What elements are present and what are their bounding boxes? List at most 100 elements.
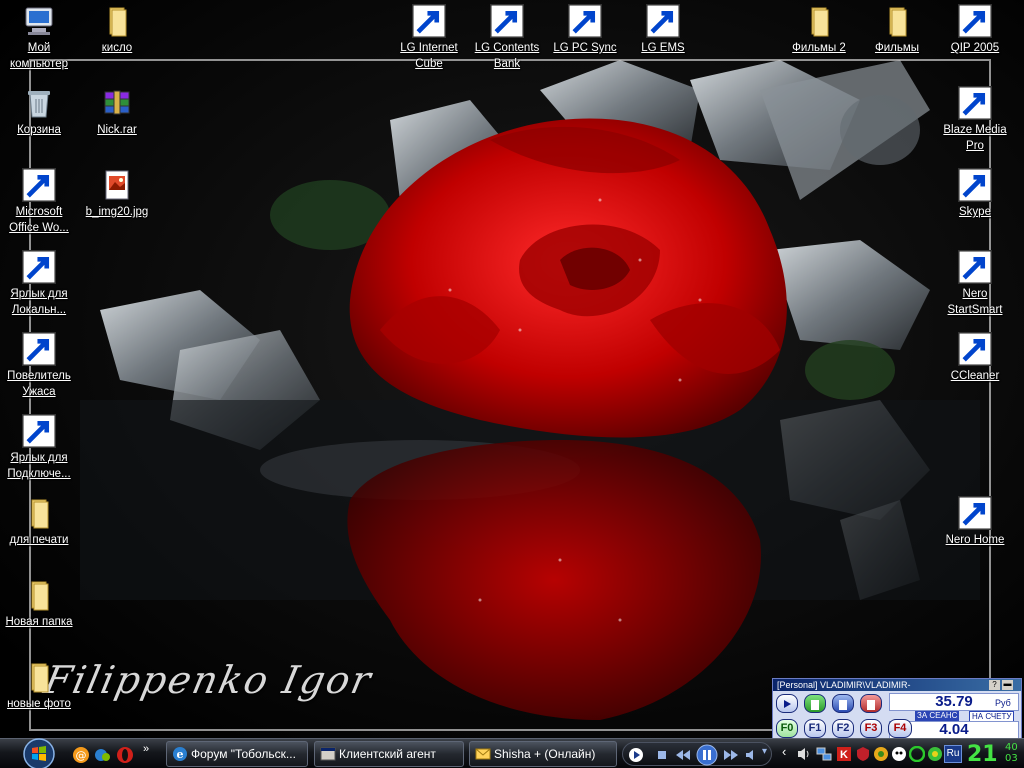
play-icon (784, 700, 791, 708)
desktop-icon-b-img20[interactable]: b_img20.jpg (78, 168, 156, 220)
network-tray-icon[interactable] (816, 746, 832, 762)
desktop-icon-connection-shortcut[interactable]: Ярлык для Подключе... (0, 414, 78, 482)
desktop-icon-new-photos[interactable]: новые фото (0, 660, 78, 712)
task-client-agent[interactable]: Клиентский агент (314, 741, 464, 767)
trash-icon (839, 700, 847, 710)
desktop-icon-new-folder[interactable]: Новая папка (0, 578, 78, 630)
word-doc-icon: W (22, 168, 56, 202)
meter-f3-button[interactable]: F3 (860, 719, 882, 738)
nero-icon (958, 250, 992, 284)
lg-logo-icon: LG (568, 4, 602, 38)
language-indicator[interactable]: Ru (944, 745, 962, 763)
mail-agent-icon (475, 748, 491, 760)
my-computer-icon (22, 4, 56, 38)
mail-agent-quicklaunch-icon[interactable]: @ (72, 746, 90, 764)
desktop-icon-nero-home[interactable]: Nero Home (936, 496, 1014, 548)
lg-logo-icon: LG (490, 4, 524, 38)
desktop-icon-nero-startsmart[interactable]: Nero StartSmart (936, 250, 1014, 318)
network-drive-icon (22, 250, 56, 284)
image-file-icon (100, 168, 134, 202)
agent-window-icon (320, 747, 336, 761)
wallpaper-signature: Filippenko Igor (40, 658, 377, 702)
network-connection-icon (22, 414, 56, 448)
svg-text:@: @ (76, 749, 87, 762)
folder-icon (100, 4, 134, 38)
lg-internet-cube-icon (412, 4, 446, 38)
meter-f4-button[interactable]: F4 (888, 719, 912, 738)
desktop-icon-lg-contents-bank[interactable]: LG LG Contents Bank (468, 4, 546, 72)
start-button[interactable] (18, 737, 60, 768)
winrar-archive-icon (100, 86, 134, 120)
folder-icon (22, 660, 56, 694)
previous-icon[interactable] (675, 748, 691, 762)
pause-icon[interactable] (696, 744, 718, 766)
desktop-icon-folder-for-print[interactable]: для печати (0, 496, 78, 548)
meter-play-button[interactable] (776, 694, 798, 713)
taskbar: @ » e Форум "Тобольск... Клиентский аген… (0, 738, 1024, 768)
lg-ems-icon (646, 4, 680, 38)
svg-text:e: e (177, 748, 184, 761)
desktop-icon-blaze-media-pro[interactable]: Blaze Media Pro (936, 86, 1014, 154)
taskbar-clock[interactable]: 21 40 03 (965, 741, 1023, 768)
game-icon (22, 332, 56, 366)
folder-icon (22, 496, 56, 530)
desktop-icon-skype[interactable]: S Skype (936, 168, 1014, 220)
skype-tray-icon[interactable] (891, 746, 907, 762)
recycle-bin-icon (22, 86, 56, 120)
internet-balance-meter[interactable]: [Personal] VLADIMIR\VLADIMIR- ? ▬ F0 F1 … (772, 678, 1022, 741)
media-player-icon[interactable] (628, 747, 644, 763)
meter-trash-green-button[interactable] (804, 694, 826, 713)
task-shisha-online[interactable]: Shisha + (Онлайн) (469, 741, 617, 767)
ie-icon: e (173, 747, 187, 761)
desktop-icon-films-2[interactable]: Фильмы 2 (780, 4, 858, 56)
skype-icon: S (958, 168, 992, 202)
opera-quicklaunch-icon[interactable] (116, 746, 134, 764)
icq-tray-icon[interactable] (927, 746, 943, 762)
mail-agent-tray-icon[interactable] (873, 746, 889, 762)
media-player-controls: ▾ (622, 742, 772, 766)
qip-icon (958, 4, 992, 38)
next-icon[interactable] (723, 748, 739, 762)
volume-icon[interactable] (744, 748, 758, 762)
quicklaunch-expand-chevron-icon[interactable]: » (143, 743, 149, 755)
meter-trash-red-button[interactable] (860, 694, 882, 713)
task-forum-tobolsk[interactable]: e Форум "Тобольск... (166, 741, 308, 767)
desktop-icon-recycle-bin[interactable]: Корзина (0, 86, 78, 138)
nero-home-icon (958, 496, 992, 530)
desktop-icon-my-computer[interactable]: Мой компьютер (0, 4, 78, 72)
volume-tray-icon[interactable] (796, 746, 812, 762)
desktop-icon-kislo[interactable]: кисло (78, 4, 156, 56)
desktop-icon-films[interactable]: Фильмы (858, 4, 936, 56)
meter-help-button[interactable]: ? (989, 680, 1000, 690)
meter-trash-blue-button[interactable] (832, 694, 854, 713)
trash-icon (867, 700, 875, 710)
ccleaner-icon (958, 332, 992, 366)
desktop-icon-povelitel-uzhasa[interactable]: Повелитель Ужаса (0, 332, 78, 400)
meter-currency: Руб (995, 698, 1011, 708)
trash-icon (811, 700, 819, 710)
meter-title: [Personal] VLADIMIR\VLADIMIR- (773, 679, 1021, 691)
media-menu-chevron-icon[interactable]: ▾ (762, 746, 767, 757)
folder-icon (802, 4, 836, 38)
qip-tray-icon[interactable] (909, 746, 925, 762)
folder-icon (880, 4, 914, 38)
meter-session-label: ЗА СЕАНС (915, 711, 960, 721)
desktop-icon-ccleaner[interactable]: CCleaner (936, 332, 1014, 384)
meter-f0-button[interactable]: F0 (776, 719, 798, 738)
desktop-icon-lg-ems[interactable]: LG EMS (624, 4, 702, 56)
shield-tray-icon[interactable] (855, 746, 871, 762)
antivirus-k-tray-icon[interactable]: K (836, 746, 852, 762)
desktop-icon-lg-pc-sync[interactable]: LG LG PC Sync (546, 4, 624, 56)
desktop-icon-qip-2005[interactable]: QIP 2005 (936, 4, 1014, 56)
network-quicklaunch-icon[interactable] (94, 746, 112, 764)
desktop-icon-microsoft-office-word[interactable]: W Microsoft Office Wo... (0, 168, 78, 236)
tray-expand-chevron-icon[interactable]: ‹ (782, 744, 786, 759)
meter-f2-button[interactable]: F2 (832, 719, 854, 738)
meter-f1-button[interactable]: F1 (804, 719, 826, 738)
desktop-icon-local-shortcut[interactable]: Ярлык для Локальн... (0, 250, 78, 318)
desktop-icon-lg-internet-cube[interactable]: LG Internet Cube (390, 4, 468, 72)
stop-icon[interactable] (656, 749, 668, 761)
meter-minimize-button[interactable]: ▬ (1002, 680, 1013, 690)
desktop-icon-nick-rar[interactable]: Nick.rar (78, 86, 156, 138)
blaze-media-icon (958, 86, 992, 120)
